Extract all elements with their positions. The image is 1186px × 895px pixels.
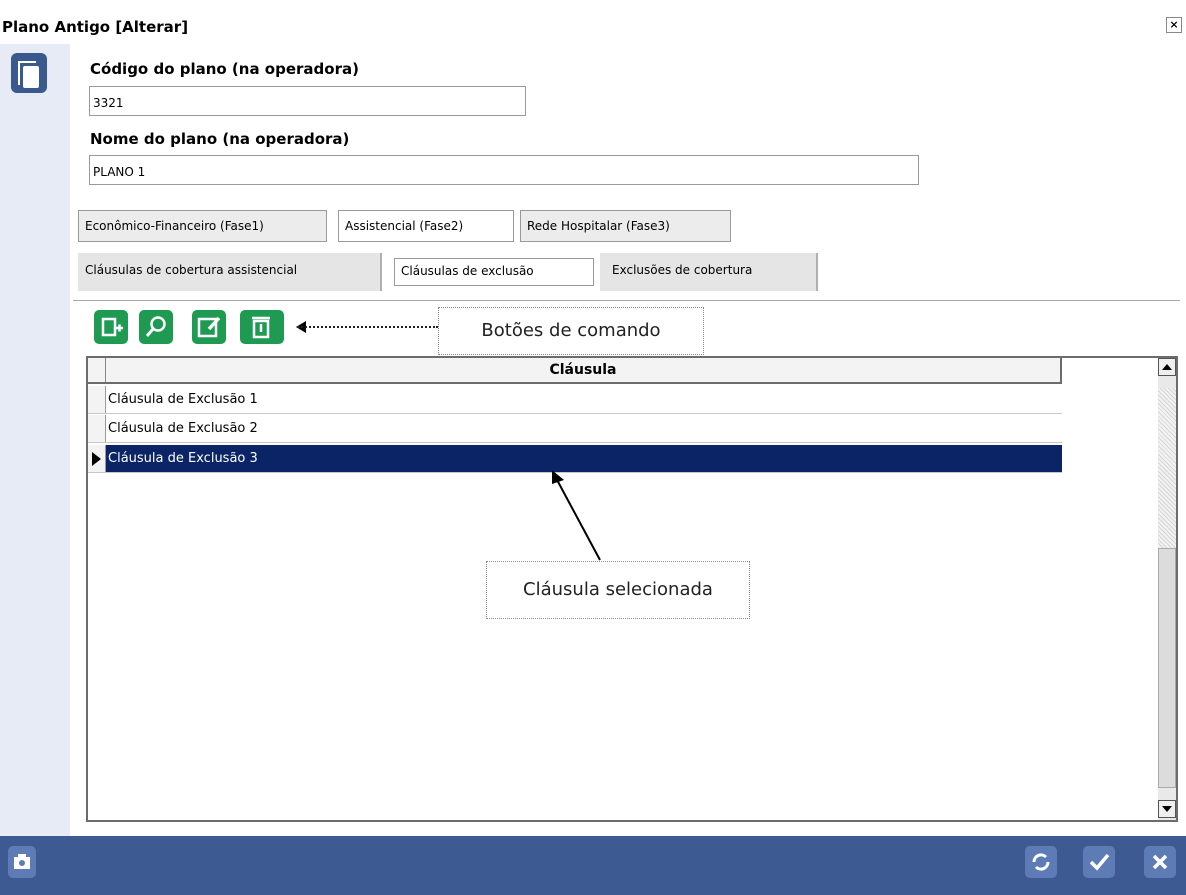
- add-document-icon: [101, 317, 123, 337]
- chevron-up-icon: [1162, 364, 1172, 370]
- vertical-scrollbar[interactable]: [1158, 358, 1176, 820]
- add-button[interactable]: [94, 310, 128, 344]
- header-indicator-cell: [88, 358, 106, 382]
- tab-rede-hospitalar[interactable]: Rede Hospitalar (Fase3): [520, 210, 731, 242]
- confirm-check-icon: [1089, 853, 1110, 871]
- title-bar: Plano Antigo [Alterar] ×: [0, 0, 1186, 44]
- grid-header: Cláusula: [88, 358, 1062, 384]
- scroll-up-button[interactable]: [1158, 358, 1176, 376]
- subtab-clausulas-cobertura[interactable]: Cláusulas de cobertura assistencial: [78, 253, 382, 291]
- subtab-clausulas-exclusao[interactable]: Cláusulas de exclusão: [388, 253, 600, 291]
- callout-arrow-line: [298, 326, 438, 328]
- subtab-clausulas-exclusao-label: Cláusulas de exclusão: [394, 258, 594, 286]
- edit-icon: [197, 316, 221, 338]
- tab-assistencial[interactable]: Assistencial (Fase2): [338, 210, 514, 242]
- refresh-button[interactable]: [1025, 846, 1057, 878]
- nome-field[interactable]: PLANO 1: [89, 155, 919, 185]
- subtab-exclusoes-cobertura[interactable]: Exclusões de cobertura: [600, 253, 818, 291]
- row-cell: Cláusula de Exclusão 2: [108, 421, 258, 436]
- scroll-thumb[interactable]: [1158, 548, 1176, 788]
- selected-callout: Cláusula selecionada: [486, 561, 750, 619]
- codigo-label: Código do plano (na operadora): [90, 60, 359, 78]
- codigo-field[interactable]: 3321: [89, 86, 526, 116]
- delete-icon: [252, 316, 270, 339]
- row-pointer-icon: [92, 452, 101, 466]
- row-indicator: [88, 445, 106, 472]
- search-button[interactable]: [139, 310, 173, 344]
- table-row[interactable]: Cláusula de Exclusão 1: [88, 386, 1062, 414]
- scroll-track[interactable]: [1158, 388, 1176, 548]
- scroll-down-button[interactable]: [1158, 800, 1176, 818]
- nome-label: Nome do plano (na operadora): [90, 130, 350, 148]
- tab-separator: [73, 300, 1180, 301]
- confirm-button[interactable]: [1083, 846, 1115, 878]
- camera-button[interactable]: [8, 846, 36, 878]
- camera-icon: [14, 854, 30, 869]
- edit-button[interactable]: [192, 310, 226, 344]
- bottom-bar: [0, 836, 1186, 895]
- commands-callout: Botões de comando: [438, 307, 704, 355]
- selection-arrow: [552, 470, 601, 561]
- cancel-button[interactable]: [1144, 846, 1176, 878]
- row-indicator: [88, 415, 106, 442]
- cancel-x-icon: [1152, 854, 1168, 870]
- window-title: Plano Antigo [Alterar]: [2, 18, 189, 36]
- left-strip: [0, 44, 70, 836]
- row-indicator: [88, 386, 106, 413]
- tab-economico-financeiro[interactable]: Econômico-Financeiro (Fase1): [78, 210, 327, 242]
- refresh-icon: [1032, 853, 1050, 871]
- column-header-clausula[interactable]: Cláusula: [106, 358, 1060, 382]
- row-cell: Cláusula de Exclusão 3: [108, 451, 258, 466]
- close-icon[interactable]: ×: [1166, 17, 1182, 33]
- document-icon: [11, 53, 47, 93]
- row-cell: Cláusula de Exclusão 1: [108, 392, 258, 407]
- chevron-down-icon: [1162, 806, 1172, 812]
- delete-button[interactable]: [240, 310, 284, 344]
- table-row[interactable]: Cláusula de Exclusão 2: [88, 415, 1062, 443]
- search-icon: [145, 316, 166, 337]
